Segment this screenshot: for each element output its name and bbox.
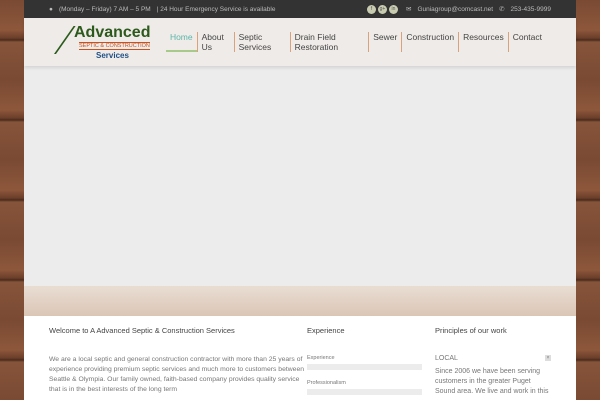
nav-about[interactable]: About Us [196,32,234,52]
experience-title: Experience [307,326,345,335]
hero-slider[interactable] [24,66,576,286]
logo-line2: SEPTIC & CONSTRUCTION [79,42,150,50]
header: Advanced SEPTIC & CONSTRUCTION Services … [24,18,576,66]
logo-line3: Services [96,51,129,60]
page: ● (Monday – Friday) 7 AM – 5 PM | 24 Hou… [24,0,576,400]
clock-icon: ● [49,5,53,13]
phone-link[interactable]: 253-435-9999 [511,6,551,13]
bar-label: Experience [307,355,335,361]
welcome-text: We are a local septic and general constr… [49,356,304,393]
hero-band [24,286,576,316]
nav-drain-field[interactable]: Drain Field Restoration [289,32,369,52]
email-icon: ✉ [405,6,412,13]
logo[interactable]: Advanced SEPTIC & CONSTRUCTION Services [54,22,150,62]
hours-text: (Monday – Friday) 7 AM – 5 PM [58,5,151,13]
nav-home[interactable]: Home [165,32,197,52]
nav-septic[interactable]: Septic Services [233,32,290,52]
accordion-title: LOCAL [435,355,458,362]
principles-text: Since 2006 we have been serving customer… [435,368,549,395]
phone-icon: ✆ [499,6,505,13]
principles-title: Principles of our work [435,326,507,335]
experience-bar [307,364,422,370]
linkedin-icon[interactable]: in [388,4,398,14]
main-nav: Home About Us Septic Services Drain Fiel… [165,32,546,52]
facebook-icon[interactable]: f [366,4,376,14]
nav-sewer[interactable]: Sewer [368,32,401,52]
email-link[interactable]: Guniagroup@comcast.net [417,6,493,13]
google-plus-icon[interactable]: g+ [377,4,387,14]
accordion-local[interactable]: LOCAL × [435,355,551,362]
content: Welcome to A Advanced Septic & Construct… [24,316,576,400]
nav-contact[interactable]: Contact [507,32,546,52]
bar-label: Professionalism [307,380,346,386]
close-icon[interactable]: × [545,355,551,361]
professionalism-bar [307,389,422,395]
nav-construction[interactable]: Construction [401,32,458,52]
emergency-text: | 24 Hour Emergency Service is available [156,5,276,13]
top-bar: ● (Monday – Friday) 7 AM – 5 PM | 24 Hou… [24,0,576,18]
welcome-title: Welcome to A Advanced Septic & Construct… [49,326,235,335]
nav-resources[interactable]: Resources [458,32,508,52]
logo-line1: Advanced [74,24,151,41]
